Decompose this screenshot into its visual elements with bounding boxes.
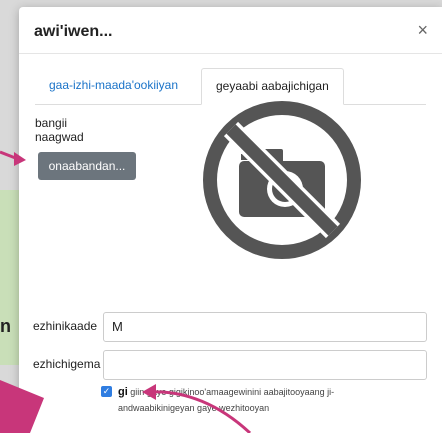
- name-input[interactable]: M: [103, 312, 427, 342]
- consent-text: gi giin gaye gigikinoo'amaagewinini aaba…: [118, 384, 418, 416]
- background-text: n: [0, 316, 11, 336]
- upload-button[interactable]: onaabandan...: [38, 152, 136, 180]
- image-label-line1: bangii: [35, 116, 68, 130]
- modal-dialog: awi'iwen... × gaa-izhi-maada'ookiiyan ge…: [19, 7, 442, 433]
- image-label-line2: naagwad: [35, 130, 84, 144]
- tab-general[interactable]: gaa-izhi-maada'ookiiyan: [35, 68, 192, 102]
- modal-title: awi'iwen...: [34, 23, 113, 40]
- description-input[interactable]: [103, 350, 427, 380]
- close-button[interactable]: ×: [417, 21, 428, 39]
- consent-text-line1: giin gaye gigikinoo'amaagewinini aabajit…: [130, 387, 335, 397]
- no-camera-icon: [201, 99, 363, 261]
- consent-checkbox[interactable]: ✓: [101, 386, 112, 397]
- consent-text-line2: andwaabikinigeyan gaye wezhitooyan: [118, 403, 270, 413]
- modal-header: awi'iwen... ×: [19, 7, 442, 54]
- field-label-description: ezhichigema: [33, 357, 101, 371]
- consent-bold: gi: [118, 386, 128, 398]
- field-label-name: ezhinikaade: [33, 319, 98, 333]
